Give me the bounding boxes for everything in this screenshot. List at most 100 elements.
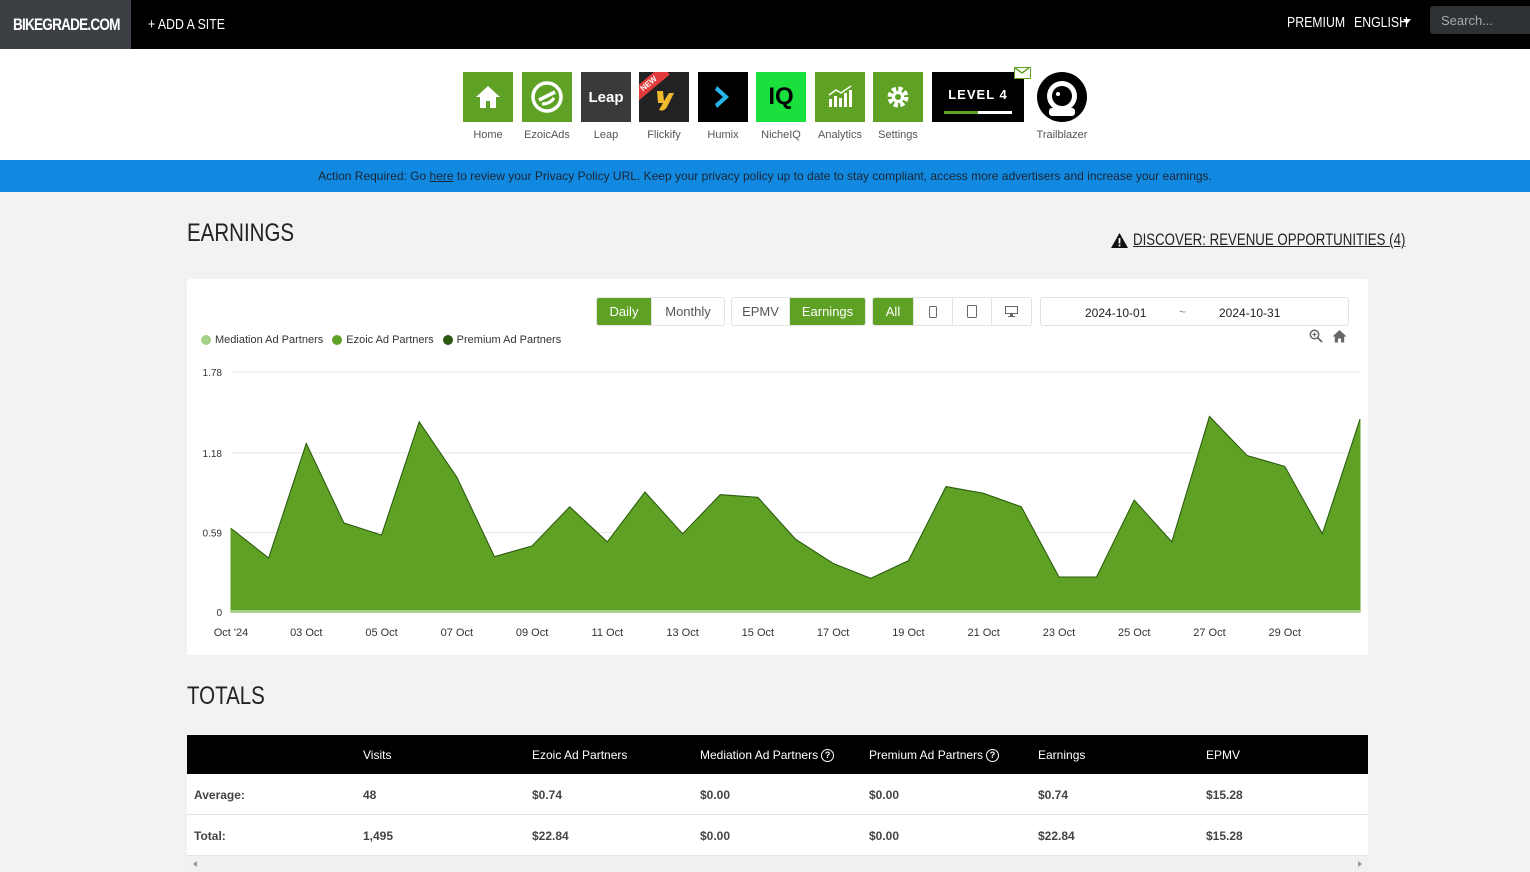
header-label: Mediation Ad Partners (700, 748, 819, 762)
help-icon[interactable]: ? (821, 748, 835, 762)
app-trailblazer[interactable]: Trailblazer (1037, 72, 1087, 141)
x-tick-label: 07 Oct (441, 627, 473, 639)
scroll-right-arrow-icon[interactable] (1358, 861, 1362, 867)
cell-premium: $0.00 (869, 788, 900, 802)
flickify-icon: NEW (639, 72, 689, 122)
y-tick-label: 0.59 (203, 528, 223, 539)
y-tick-label: 0 (216, 608, 222, 619)
humix-icon (698, 72, 748, 122)
cell-mediation: $0.00 (700, 829, 731, 843)
x-tick-label: Oct '24 (214, 627, 249, 639)
add-site-label: + ADD A SITE (148, 16, 225, 33)
table-row-total: Total: 1,495 $22.84 $0.00 $0.00 $22.84 $… (187, 815, 1368, 856)
level-progress-track (944, 111, 1012, 114)
app-nicheiq[interactable]: IQ NicheIQ (756, 72, 806, 141)
site-brand-label: BIKEGRADE.COM (13, 14, 121, 34)
x-tick-label: 03 Oct (290, 627, 322, 639)
table-row-average: Average: 48 $0.74 $0.00 $0.00 $0.74 $15.… (187, 774, 1368, 815)
table-horizontal-scrollbar[interactable] (187, 857, 1368, 872)
cell-visits: 1,495 (363, 829, 394, 843)
banner-here-link[interactable]: here (430, 169, 454, 183)
ezoic-ads-icon (522, 72, 572, 122)
app-label: Trailblazer (1036, 129, 1088, 141)
cell-visits: 48 (363, 788, 377, 802)
level-badge-icon: LEVEL 4 (932, 72, 1024, 122)
row-label: Average: (194, 788, 245, 802)
totals-table: Visits Ezoic Ad Partners Mediation Ad Pa… (187, 735, 1368, 856)
header-visits[interactable]: Visits (363, 748, 391, 762)
x-tick-label: 23 Oct (1043, 627, 1075, 639)
header-epmv[interactable]: EPMV (1206, 748, 1240, 762)
level-progress-fill (944, 111, 978, 114)
level-badge-text: LEVEL 4 (948, 86, 1008, 102)
x-tick-label: 29 Oct (1269, 627, 1301, 639)
cell-ezoic: $22.84 (532, 829, 569, 843)
add-site-link[interactable]: + ADD A SITE (148, 0, 242, 49)
x-tick-label: 17 Oct (817, 627, 849, 639)
x-tick-label: 05 Oct (365, 627, 397, 639)
x-tick-label: 09 Oct (516, 627, 548, 639)
header-ezoic-ad-partners[interactable]: Ezoic Ad Partners (532, 748, 627, 762)
analytics-icon (815, 72, 865, 122)
y-tick-label: 1.18 (203, 449, 223, 460)
leap-tile-text: Leap (588, 88, 624, 106)
cell-earnings: $22.84 (1038, 829, 1075, 843)
search-input[interactable] (1430, 6, 1530, 34)
privacy-policy-banner: Action Required: Go here to review your … (0, 160, 1530, 192)
app-flickify[interactable]: NEW Flickify (639, 72, 689, 141)
top-navbar: BIKEGRADE.COM + ADD A SITE PREMIUM ENGLI… (0, 0, 1530, 49)
x-tick-label: 11 Oct (592, 627, 624, 639)
cell-ezoic: $0.74 (532, 788, 563, 802)
earnings-title: EARNINGS (187, 219, 295, 247)
app-home[interactable]: Home (463, 72, 513, 141)
app-humix[interactable]: Humix (698, 72, 748, 141)
area-series-1[interactable] (230, 415, 1361, 613)
cell-earnings: $0.74 (1038, 788, 1069, 802)
cell-epmv: $15.28 (1206, 829, 1243, 843)
earnings-chart-card: Daily Monthly EPMV Earnings All 2024-10-… (187, 279, 1368, 655)
language-label: ENGLISH (1354, 13, 1409, 31)
premium-label: PREMIUM (1287, 13, 1346, 31)
x-tick-label: 21 Oct (967, 627, 999, 639)
app-leap[interactable]: Leap Leap (581, 72, 631, 141)
discover-revenue-label: DISCOVER: REVENUE OPPORTUNITIES (4) (1133, 230, 1406, 249)
x-tick-label: 25 Oct (1118, 627, 1150, 639)
scroll-left-arrow-icon[interactable] (193, 861, 197, 867)
row-label: Total: (194, 829, 226, 843)
site-brand[interactable]: BIKEGRADE.COM (0, 0, 131, 49)
banner-text-suffix: to review your Privacy Policy URL. Keep … (453, 169, 1212, 183)
x-tick-label: 15 Oct (742, 627, 774, 639)
totals-title: TOTALS (187, 682, 265, 710)
language-dropdown[interactable]: ENGLISH (1354, 0, 1420, 44)
home-icon (463, 72, 513, 122)
cell-premium: $0.00 (869, 829, 900, 843)
x-tick-label: 27 Oct (1193, 627, 1225, 639)
app-label: Settings (878, 129, 918, 141)
settings-icon (873, 72, 923, 122)
discover-revenue-link[interactable]: DISCOVER: REVENUE OPPORTUNITIES (4) (1110, 230, 1482, 250)
app-ezoicads[interactable]: EzoicAds (522, 72, 572, 141)
app-settings[interactable]: Settings (873, 72, 923, 141)
x-tick-label: 13 Oct (666, 627, 698, 639)
trailblazer-astronaut-icon (1037, 72, 1087, 122)
premium-link[interactable]: PREMIUM (1287, 0, 1358, 44)
totals-table-header: Visits Ezoic Ad Partners Mediation Ad Pa… (187, 735, 1368, 774)
app-launcher-bar: Home EzoicAds Leap Leap NEW Flickify Hum… (0, 49, 1530, 160)
app-analytics[interactable]: Analytics (815, 72, 865, 141)
earnings-area-chart: 0 0.59 1.18 1.78 Oct '24 03 Oct 05 Oct 07 Oct 09… (203, 368, 1361, 639)
mediation-baseline (231, 610, 1360, 612)
y-tick-label: 1.78 (203, 368, 223, 379)
nicheiq-icon: IQ (756, 72, 806, 122)
warning-icon (1111, 232, 1128, 248)
x-tick-label: 19 Oct (892, 627, 924, 639)
header-label: Premium Ad Partners (869, 748, 984, 762)
chevron-down-icon (1403, 19, 1411, 24)
banner-text-prefix: Action Required: Go (318, 169, 430, 183)
help-icon[interactable]: ? (986, 748, 1000, 762)
header-premium-ad-partners[interactable]: Premium Ad Partners? (869, 748, 1000, 762)
header-mediation-ad-partners[interactable]: Mediation Ad Partners? (700, 748, 835, 762)
cell-mediation: $0.00 (700, 788, 731, 802)
mail-icon[interactable] (1014, 67, 1031, 79)
header-earnings[interactable]: Earnings (1038, 748, 1085, 762)
level-badge[interactable]: LEVEL 4 (932, 67, 1031, 122)
